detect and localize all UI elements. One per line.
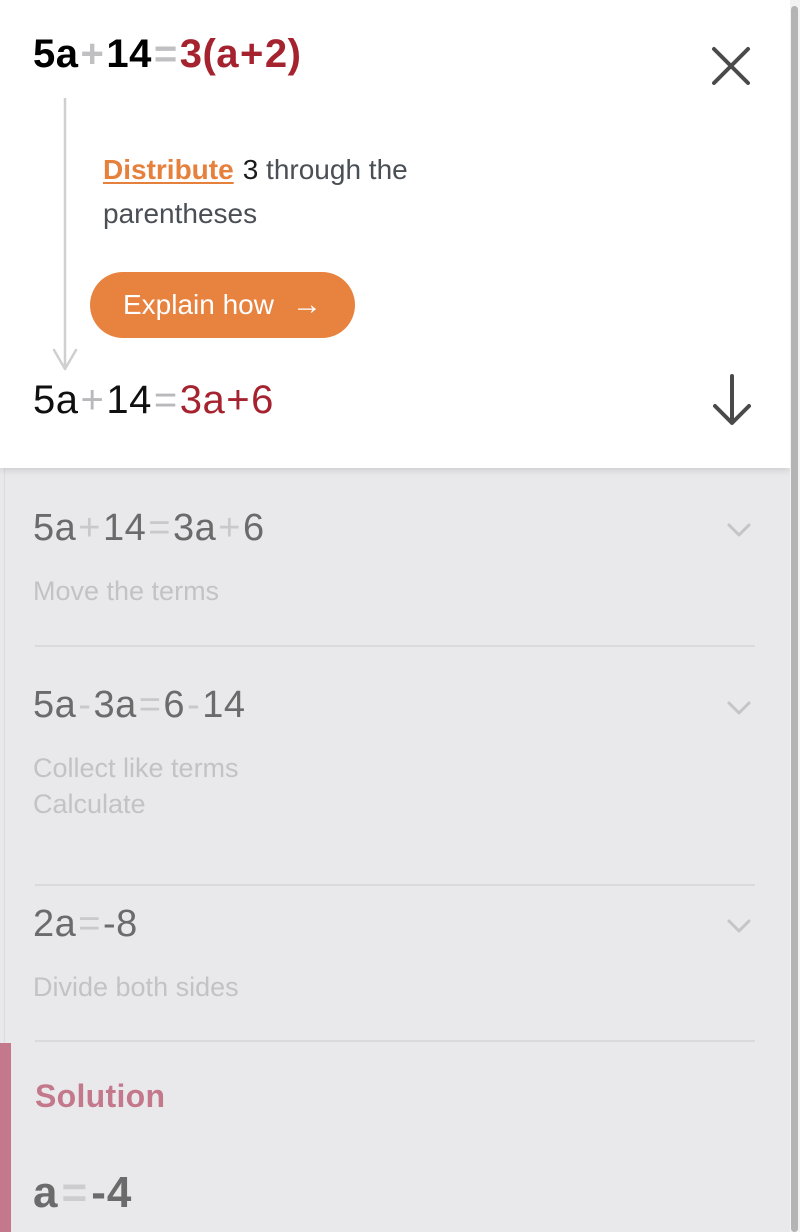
math-solver-screen: 5a+14=3a+6 Move the terms 5a-3a=6-14 Col…	[0, 0, 800, 1232]
arrow-right-icon: →	[291, 288, 322, 321]
equation-token: 3a	[179, 378, 226, 422]
explain-how-button[interactable]: Explain how →	[90, 272, 355, 338]
equation-token: 6	[242, 507, 265, 549]
current-equation: 5a+14=3(a+2)	[33, 32, 301, 77]
equation-token: 14	[102, 507, 147, 549]
chevron-down-icon[interactable]	[722, 908, 756, 942]
hint-instruction: Distribute 3 through the parentheses	[103, 148, 533, 236]
result-equation: 5a+14=3a+6	[33, 378, 274, 423]
equation-token: -	[78, 684, 92, 726]
equation-token: a	[33, 1168, 59, 1217]
solution-equation: a=-4	[33, 1168, 132, 1218]
equation-token: 14	[106, 378, 152, 422]
step-equation: 2a=-8	[33, 903, 138, 946]
equation-token: 6	[163, 684, 186, 726]
equation-token: 3	[179, 32, 203, 76]
row-separator	[35, 1040, 755, 1042]
equation-token: )	[287, 32, 302, 76]
equation-token: 5a	[33, 32, 79, 76]
equation-token: -	[187, 684, 201, 726]
equation-token: +	[218, 507, 241, 549]
distribute-link[interactable]: Distribute	[103, 154, 234, 185]
equation-token: =	[148, 507, 171, 549]
equation-token: 14	[202, 684, 246, 726]
row-separator	[35, 884, 755, 886]
equation-token: =	[153, 32, 178, 76]
step-hint-text: Move the terms	[33, 576, 220, 606]
equation-token: +	[78, 507, 101, 549]
arrow-down-connector-icon	[52, 98, 78, 376]
scrollbar-track[interactable]	[790, 0, 800, 1232]
equation-token: -8	[102, 903, 138, 945]
equation-token: 3a	[93, 684, 137, 726]
equation-token: 14	[106, 32, 152, 76]
equation-token: =	[138, 684, 162, 726]
equation-token: 2	[264, 32, 288, 76]
solution-label: Solution	[35, 1078, 166, 1114]
equation-token: +	[80, 32, 105, 76]
chevron-down-icon[interactable]	[722, 512, 756, 546]
equation-token: 2a	[33, 903, 77, 945]
equation-token: =	[78, 903, 101, 945]
step-hint-text: Divide both sides	[33, 972, 239, 1002]
equation-token: 6	[251, 378, 274, 422]
equation-token: a	[216, 32, 240, 76]
equation-token: =	[61, 1168, 89, 1217]
explain-how-label: Explain how	[123, 289, 274, 320]
chevron-down-icon[interactable]	[722, 690, 756, 724]
step-hint-text: Collect like terms Calculate	[33, 753, 239, 819]
close-icon[interactable]	[700, 35, 762, 97]
equation-token: 3a	[172, 507, 217, 549]
equation-token: +	[80, 378, 105, 422]
equation-token: =	[153, 378, 178, 422]
hint-number: 3	[242, 154, 259, 185]
equation-token: +	[240, 32, 264, 76]
scrollbar-thumb[interactable]	[791, 6, 798, 1232]
step-equation: 5a+14=3a+6	[33, 507, 265, 550]
hint-card: 5a+14=3(a+2) Distribute 3 through the par…	[0, 0, 790, 468]
solution-accent-bar	[0, 1043, 11, 1232]
equation-token: -4	[91, 1168, 133, 1217]
equation-token: +	[226, 378, 251, 422]
arrow-down-icon[interactable]	[702, 370, 762, 430]
equation-token: 5a	[33, 378, 79, 422]
equation-token: 5a	[33, 684, 77, 726]
step-equation: 5a-3a=6-14	[33, 684, 246, 727]
equation-token: (	[202, 32, 217, 76]
row-separator	[35, 645, 755, 647]
equation-token: 5a	[33, 507, 77, 549]
